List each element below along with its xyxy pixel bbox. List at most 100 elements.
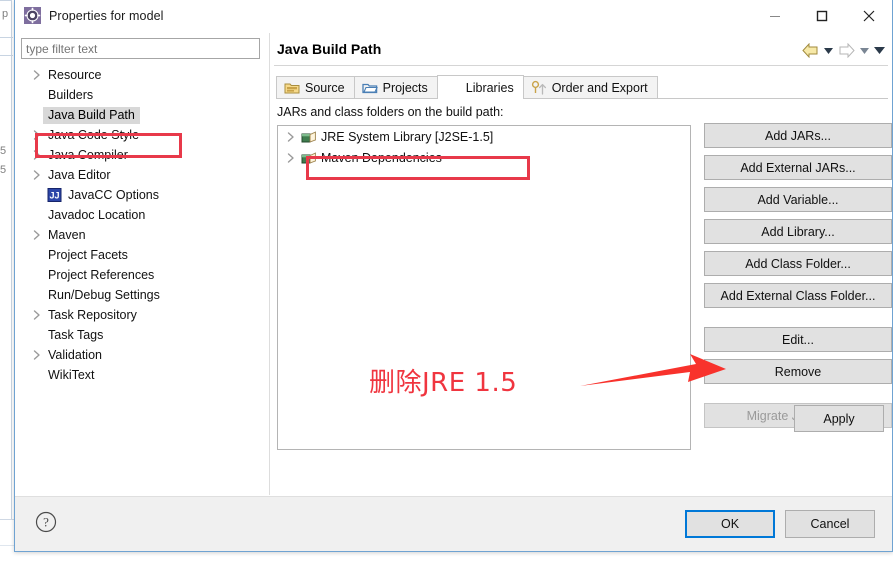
- close-icon[interactable]: [845, 0, 892, 31]
- sidebar-item-label: Java Editor: [48, 168, 111, 182]
- tab-label: Libraries: [465, 80, 514, 95]
- dialog-client-area: Resource Builders Java Build Path Java Code…: [15, 31, 892, 551]
- sidebar-item-label: Project References: [48, 268, 155, 282]
- backdrop-text: p: [2, 8, 9, 20]
- sidebar-item-task-tags[interactable]: Task Tags: [19, 325, 262, 345]
- sidebar-item-validation[interactable]: Validation: [19, 345, 262, 365]
- expand-arrow-icon[interactable]: [29, 307, 45, 323]
- expand-arrow-icon[interactable]: [283, 150, 299, 166]
- sidebar-item-maven[interactable]: Maven: [19, 225, 262, 245]
- help-question-icon[interactable]: ?: [35, 511, 57, 533]
- javacc-icon: JJ: [47, 187, 63, 203]
- sidebar-item-label: Java Build Path: [43, 106, 140, 124]
- sidebar-item-java-compiler[interactable]: Java Compiler: [19, 145, 262, 165]
- backdrop-rule: [11, 0, 12, 520]
- settings-tree-panel: Resource Builders Java Build Path Java Code…: [19, 33, 263, 495]
- build-path-tabs[interactable]: Source Projects Libraries Order and Export: [276, 75, 888, 99]
- back-arrow-icon[interactable]: [801, 41, 820, 60]
- tab-label: Projects: [382, 81, 428, 95]
- sidebar-item-run-debug-settings[interactable]: Run/Debug Settings: [19, 285, 262, 305]
- page-title: Java Build Path: [277, 41, 382, 57]
- tabbar-underline: [276, 98, 888, 99]
- dialog-title-bar[interactable]: Properties for model: [15, 0, 892, 31]
- sidebar-item-project-facets[interactable]: Project Facets: [19, 245, 262, 265]
- expand-arrow-icon[interactable]: [29, 147, 45, 163]
- ok-button[interactable]: OK: [685, 510, 775, 538]
- sidebar-item-label: Javadoc Location: [48, 208, 146, 222]
- list-item[interactable]: JRE System Library [J2SE-1.5]: [278, 126, 690, 147]
- panel-divider: [269, 33, 270, 495]
- add-class-folder-button[interactable]: Add Class Folder...: [704, 251, 892, 276]
- sidebar-item-builders[interactable]: Builders: [19, 85, 262, 105]
- sidebar-item-java-code-style[interactable]: Java Code Style: [19, 125, 262, 145]
- sidebar-item-label: JavaCC Options: [68, 188, 160, 202]
- add-jars-button[interactable]: Add JARs...: [704, 123, 892, 148]
- page-nav-controls: [801, 41, 886, 60]
- window-controls: [751, 0, 892, 31]
- tab-label: Source: [305, 81, 345, 95]
- tab-projects[interactable]: Projects: [353, 76, 438, 99]
- source-folder-icon: [284, 80, 300, 96]
- sidebar-item-resource[interactable]: Resource: [19, 65, 262, 85]
- filter-input[interactable]: [21, 38, 260, 59]
- build-path-list[interactable]: JRE System Library [J2SE-1.5] Maven Depen…: [277, 125, 691, 450]
- dialog-footer: ? OK Cancel: [15, 496, 892, 551]
- sidebar-item-label: Project Facets: [48, 248, 128, 262]
- properties-gear-icon: [24, 7, 41, 24]
- expand-arrow-icon[interactable]: [29, 227, 45, 243]
- back-dropdown-caret-icon[interactable]: [822, 41, 835, 60]
- page-menu-caret-icon[interactable]: [873, 41, 886, 60]
- list-item-label: Maven Dependencies: [321, 150, 442, 165]
- page-header-divider: [274, 65, 888, 66]
- sidebar-item-label: Java Compiler: [48, 148, 128, 162]
- sidebar-item-task-repository[interactable]: Task Repository: [19, 305, 262, 325]
- backdrop-text: 5: [0, 164, 7, 176]
- libraries-icon: [445, 80, 461, 96]
- tab-libraries[interactable]: Libraries: [436, 75, 524, 99]
- add-library-button[interactable]: Add Library...: [704, 219, 892, 244]
- add-variable-button[interactable]: Add Variable...: [704, 187, 892, 212]
- expand-arrow-icon[interactable]: [283, 129, 299, 145]
- forward-arrow-icon[interactable]: [837, 41, 856, 60]
- list-item-label: JRE System Library [J2SE-1.5]: [321, 129, 494, 144]
- tab-order-and-export[interactable]: Order and Export: [522, 76, 658, 99]
- sidebar-item-project-references[interactable]: Project References: [19, 265, 262, 285]
- remove-button[interactable]: Remove: [704, 359, 892, 384]
- cancel-button[interactable]: Cancel: [785, 510, 875, 538]
- maximize-button[interactable]: [798, 0, 845, 31]
- add-external-jars-button[interactable]: Add External JARs...: [704, 155, 892, 180]
- dialog-title: Properties for model: [49, 8, 164, 23]
- apply-button[interactable]: Apply: [794, 405, 884, 432]
- sidebar-item-java-editor[interactable]: Java Editor: [19, 165, 262, 185]
- forward-dropdown-caret-icon[interactable]: [858, 41, 871, 60]
- list-item[interactable]: Maven Dependencies: [278, 147, 690, 168]
- sidebar-item-label: WikiText: [48, 368, 95, 382]
- sidebar-item-javacc-options[interactable]: JJ JavaCC Options: [19, 185, 262, 205]
- build-path-action-buttons: Add JARs... Add External JARs... Add Varia…: [704, 123, 892, 435]
- svg-text:JJ: JJ: [49, 191, 59, 201]
- tab-label: Order and Export: [551, 81, 648, 95]
- sidebar-item-javadoc-location[interactable]: Javadoc Location: [19, 205, 262, 225]
- sidebar-item-wikitext[interactable]: WikiText: [19, 365, 262, 385]
- minimize-button[interactable]: [751, 0, 798, 31]
- expand-arrow-icon[interactable]: [29, 347, 45, 363]
- java-build-path-page: Java Build Path Source Projects Librarie…: [274, 33, 892, 495]
- edit-button[interactable]: Edit...: [704, 327, 892, 352]
- sidebar-item-java-build-path[interactable]: Java Build Path: [19, 105, 262, 125]
- expand-arrow-icon[interactable]: [29, 127, 45, 143]
- sidebar-item-label: Resource: [48, 68, 102, 82]
- library-icon: [301, 150, 317, 166]
- add-external-class-folder-button[interactable]: Add External Class Folder...: [704, 283, 892, 308]
- expand-arrow-icon[interactable]: [29, 167, 45, 183]
- tab-source[interactable]: Source: [276, 76, 355, 99]
- svg-text:?: ?: [43, 515, 49, 530]
- sidebar-item-label: Validation: [48, 348, 102, 362]
- settings-tree[interactable]: Resource Builders Java Build Path Java Code…: [19, 65, 262, 495]
- expand-arrow-icon[interactable]: [29, 67, 45, 83]
